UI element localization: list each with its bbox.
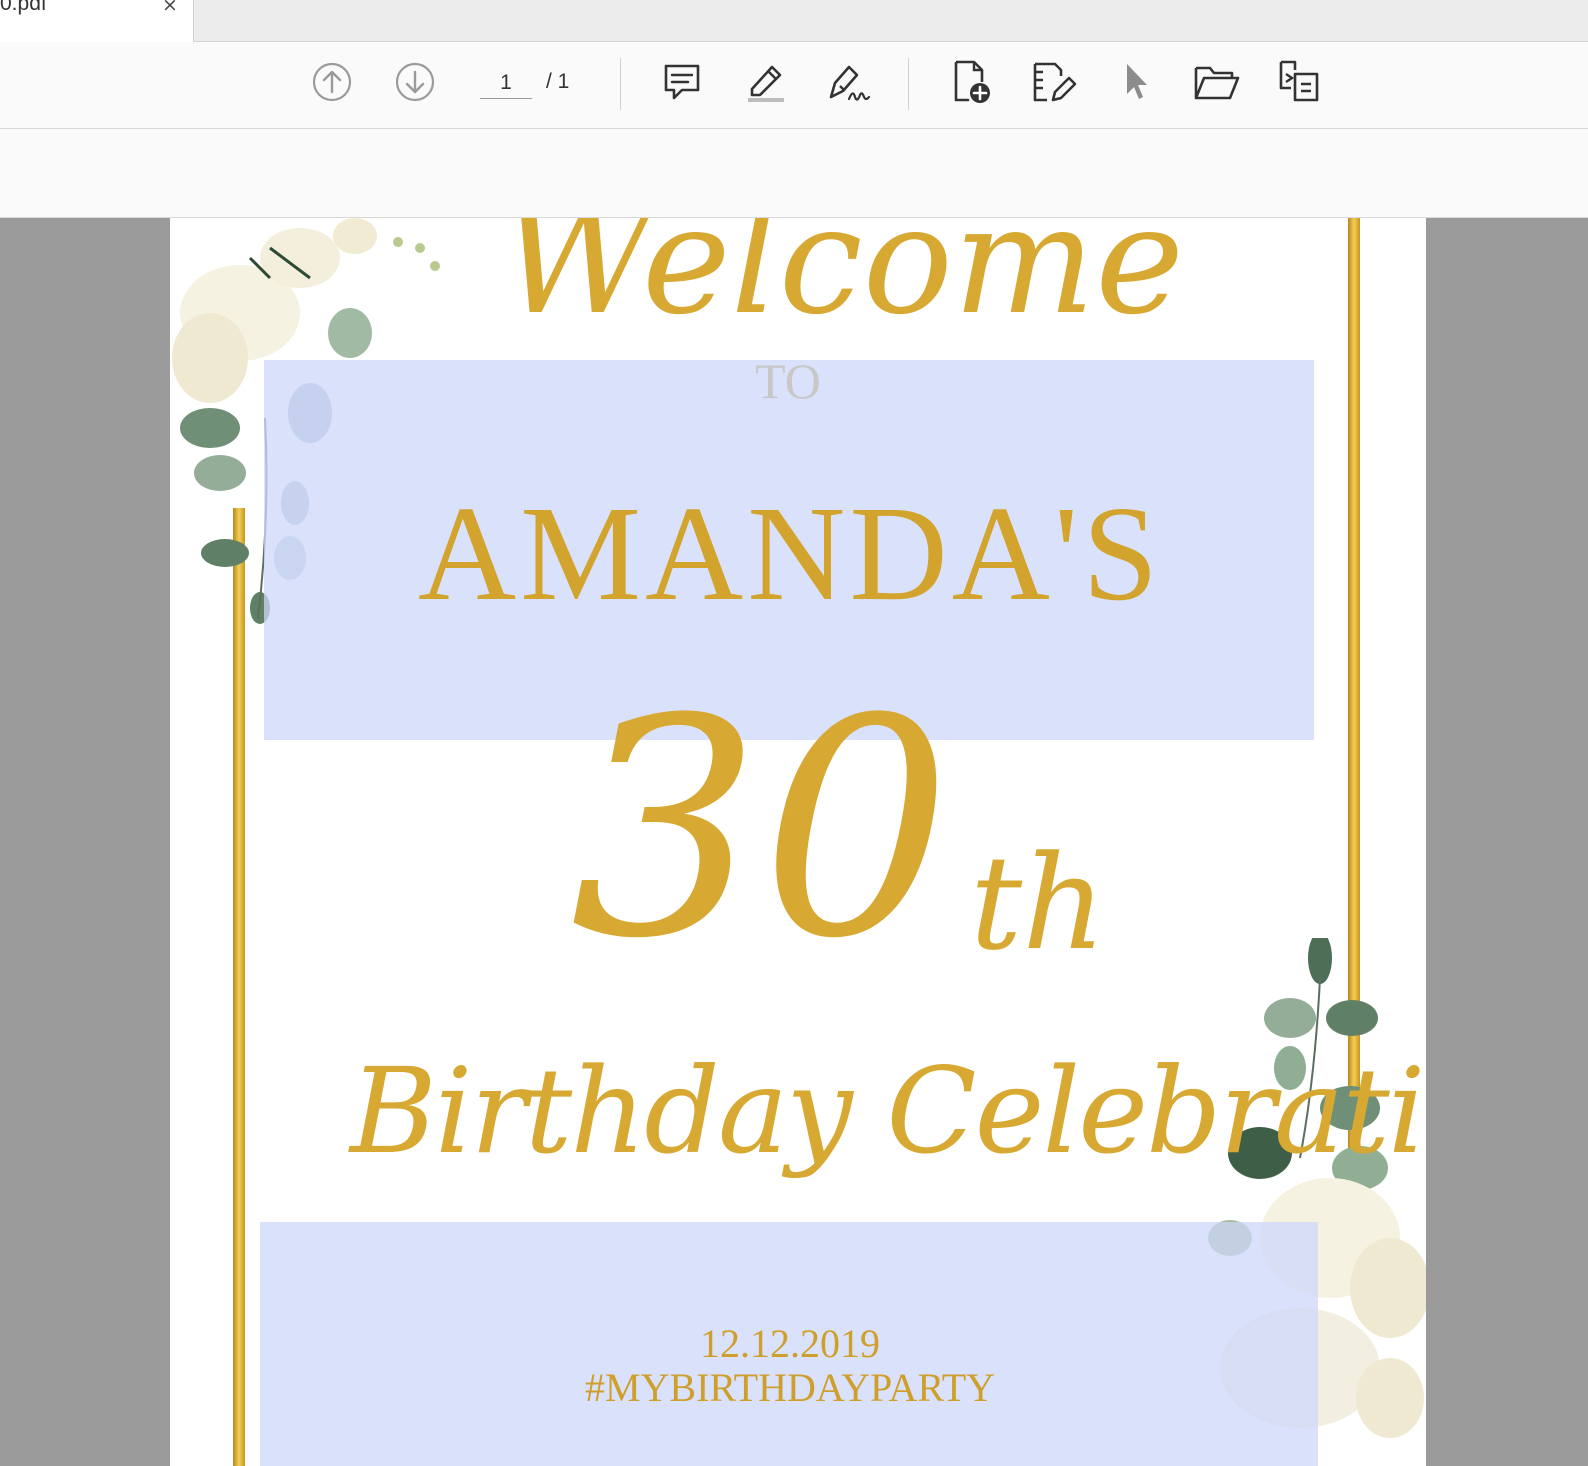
tab-bar: 0.pdf × [0, 0, 1588, 42]
event-hashtag: #MYBIRTHDAYPARTY [584, 1365, 996, 1410]
arrow-down-circle-icon [395, 62, 435, 102]
arrow-up-circle-icon [312, 62, 352, 102]
add-page-icon [954, 60, 990, 103]
gold-frame-left [233, 508, 245, 1466]
pdf-page: Welcome TO AMANDA'S 30 th Birthday Celeb… [170, 218, 1426, 1466]
add-page-button[interactable] [946, 56, 996, 108]
page-number-input[interactable] [480, 68, 532, 99]
document-viewport[interactable]: Welcome TO AMANDA'S 30 th Birthday Celeb… [0, 218, 1588, 1466]
welcome-text: Welcome [500, 218, 1185, 348]
edit-page-icon [1033, 62, 1077, 102]
toolbar-divider-2 [908, 58, 909, 110]
tab-title: 0.pdf [0, 0, 47, 15]
pointer-icon [1127, 64, 1147, 99]
age-ordinal: th [970, 827, 1106, 979]
toolbar-divider [620, 58, 621, 110]
name-text: AMANDA'S [417, 479, 1163, 629]
to-text: TO [755, 353, 821, 409]
event-date: 12.12.2019 [700, 1321, 880, 1366]
pdf-toolbar: / 1 [0, 42, 1588, 129]
highlight-button[interactable] [740, 56, 790, 108]
copy-pages-icon [1279, 60, 1319, 102]
document-tab[interactable]: 0.pdf × [0, 0, 194, 42]
celebration-subtitle: Birthday Celebration [350, 1042, 1426, 1180]
comment-icon [664, 64, 700, 100]
select-tool-button[interactable] [1110, 56, 1160, 108]
open-file-button[interactable] [1192, 56, 1242, 108]
next-page-button[interactable] [390, 56, 440, 108]
open-folder-icon [1194, 66, 1240, 100]
secondary-toolbar [0, 129, 1588, 218]
edit-page-button[interactable] [1028, 56, 1078, 108]
signature-pen-icon [829, 65, 871, 101]
highlighter-icon [748, 65, 784, 102]
organize-pages-button[interactable] [1274, 56, 1324, 108]
sign-button[interactable] [822, 56, 872, 108]
page-total: / 1 [546, 70, 570, 93]
comment-button[interactable] [657, 56, 707, 108]
previous-page-button[interactable] [307, 56, 357, 108]
close-tab-icon[interactable]: × [160, 0, 180, 16]
age-number: 30 [570, 655, 952, 1004]
